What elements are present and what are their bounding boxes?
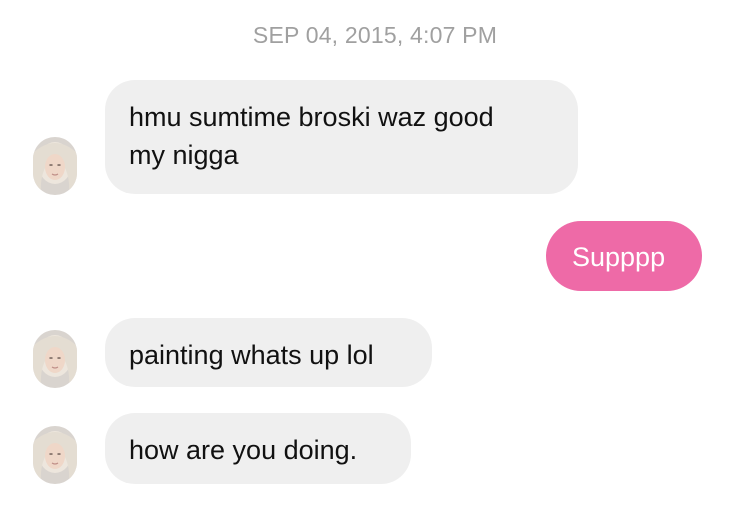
message-bubble-incoming[interactable]: painting whats up lol xyxy=(105,318,432,387)
message-text: how are you doing. xyxy=(129,435,358,465)
contact-avatar[interactable] xyxy=(33,426,77,484)
message-bubble-incoming[interactable]: how are you doing. xyxy=(105,413,411,484)
conversation-timestamp: SEP 04, 2015, 4:07 PM xyxy=(252,22,498,48)
contact-avatar[interactable] xyxy=(33,330,77,388)
message-text: Supppp xyxy=(572,242,666,272)
message-text: my nigga xyxy=(129,140,239,170)
contact-avatar[interactable] xyxy=(33,137,77,195)
message-bubble-outgoing[interactable]: Supppp xyxy=(546,221,702,291)
message-text: painting whats up lol xyxy=(129,340,374,370)
message-bubble-incoming[interactable]: hmu sumtime broski waz good my nigga xyxy=(105,80,578,194)
message-text: hmu sumtime broski waz good xyxy=(129,102,494,132)
